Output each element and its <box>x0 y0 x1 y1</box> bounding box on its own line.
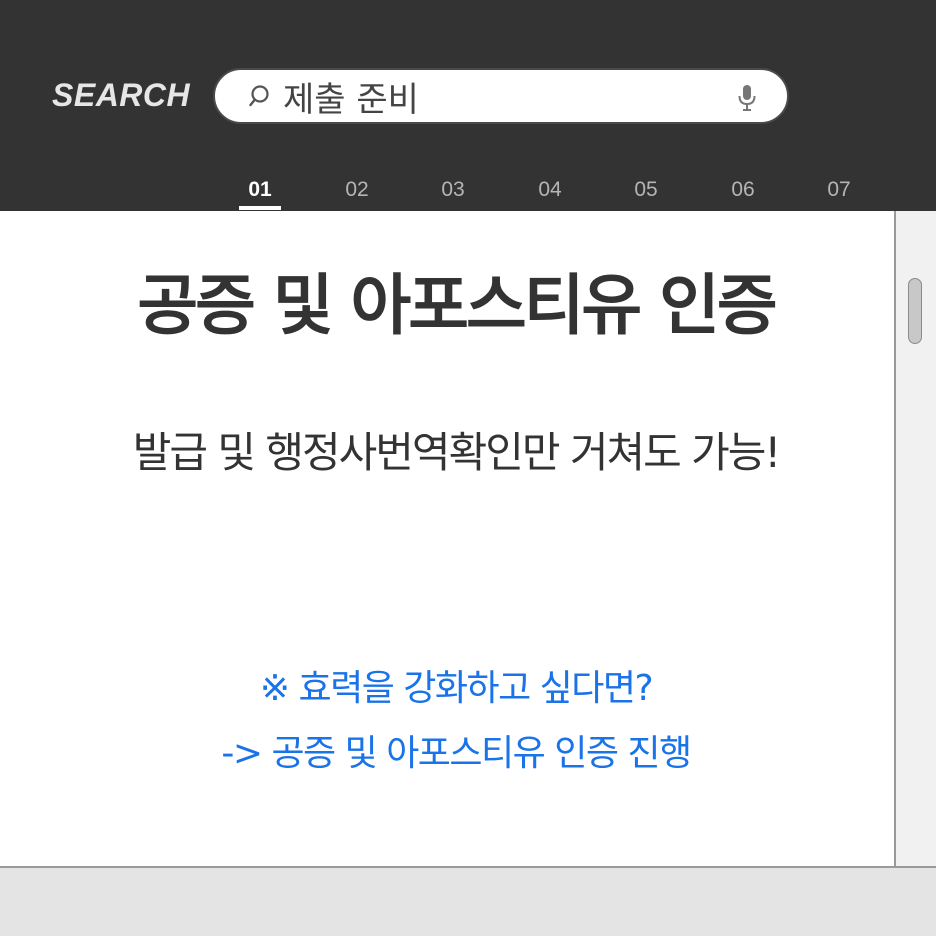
tab-label: 04 <box>538 178 562 201</box>
tab-07[interactable]: 07 <box>791 170 887 211</box>
mic-icon[interactable] <box>736 83 758 113</box>
tab-label: 01 <box>248 178 272 201</box>
brand-label: SEARCH <box>52 77 191 113</box>
content-panel: 공증 및 아포스티유 인증 발급 및 행정사번역확인만 거쳐도 가능! ※ 효력… <box>0 211 894 866</box>
vertical-scrollbar[interactable] <box>894 211 936 866</box>
tab-label: 02 <box>345 178 369 201</box>
active-tab-indicator <box>239 206 281 210</box>
note-line-2: -> 공증 및 아포스티유 인증 진행 <box>221 733 692 774</box>
tab-label: 07 <box>827 178 851 201</box>
tab-01[interactable]: 01 <box>212 170 308 211</box>
tab-05[interactable]: 05 <box>598 170 694 211</box>
search-input[interactable] <box>283 76 713 116</box>
tab-03[interactable]: 03 <box>405 170 501 211</box>
bottom-bar <box>0 868 936 936</box>
tab-04[interactable]: 04 <box>502 170 598 211</box>
page-tabs: 01 02 03 04 05 06 07 <box>212 170 888 211</box>
tab-02[interactable]: 02 <box>309 170 405 211</box>
note-line-1: ※ 효력을 강화하고 싶다면? <box>259 668 654 709</box>
tab-06[interactable]: 06 <box>695 170 791 211</box>
tab-label: 03 <box>441 178 465 201</box>
tab-label: 06 <box>731 178 755 201</box>
app-frame: SEARCH 01 02 03 <box>0 0 936 936</box>
search-icon <box>249 85 269 107</box>
page-title: 공증 및 아포스티유 인증 <box>137 267 777 344</box>
page-subtitle: 발급 및 행정사번역확인만 거쳐도 가능! <box>132 428 781 477</box>
tab-label: 05 <box>634 178 658 201</box>
search-header: SEARCH 01 02 03 <box>0 0 936 211</box>
search-bar[interactable] <box>213 68 789 124</box>
scrollbar-thumb[interactable] <box>908 278 922 344</box>
